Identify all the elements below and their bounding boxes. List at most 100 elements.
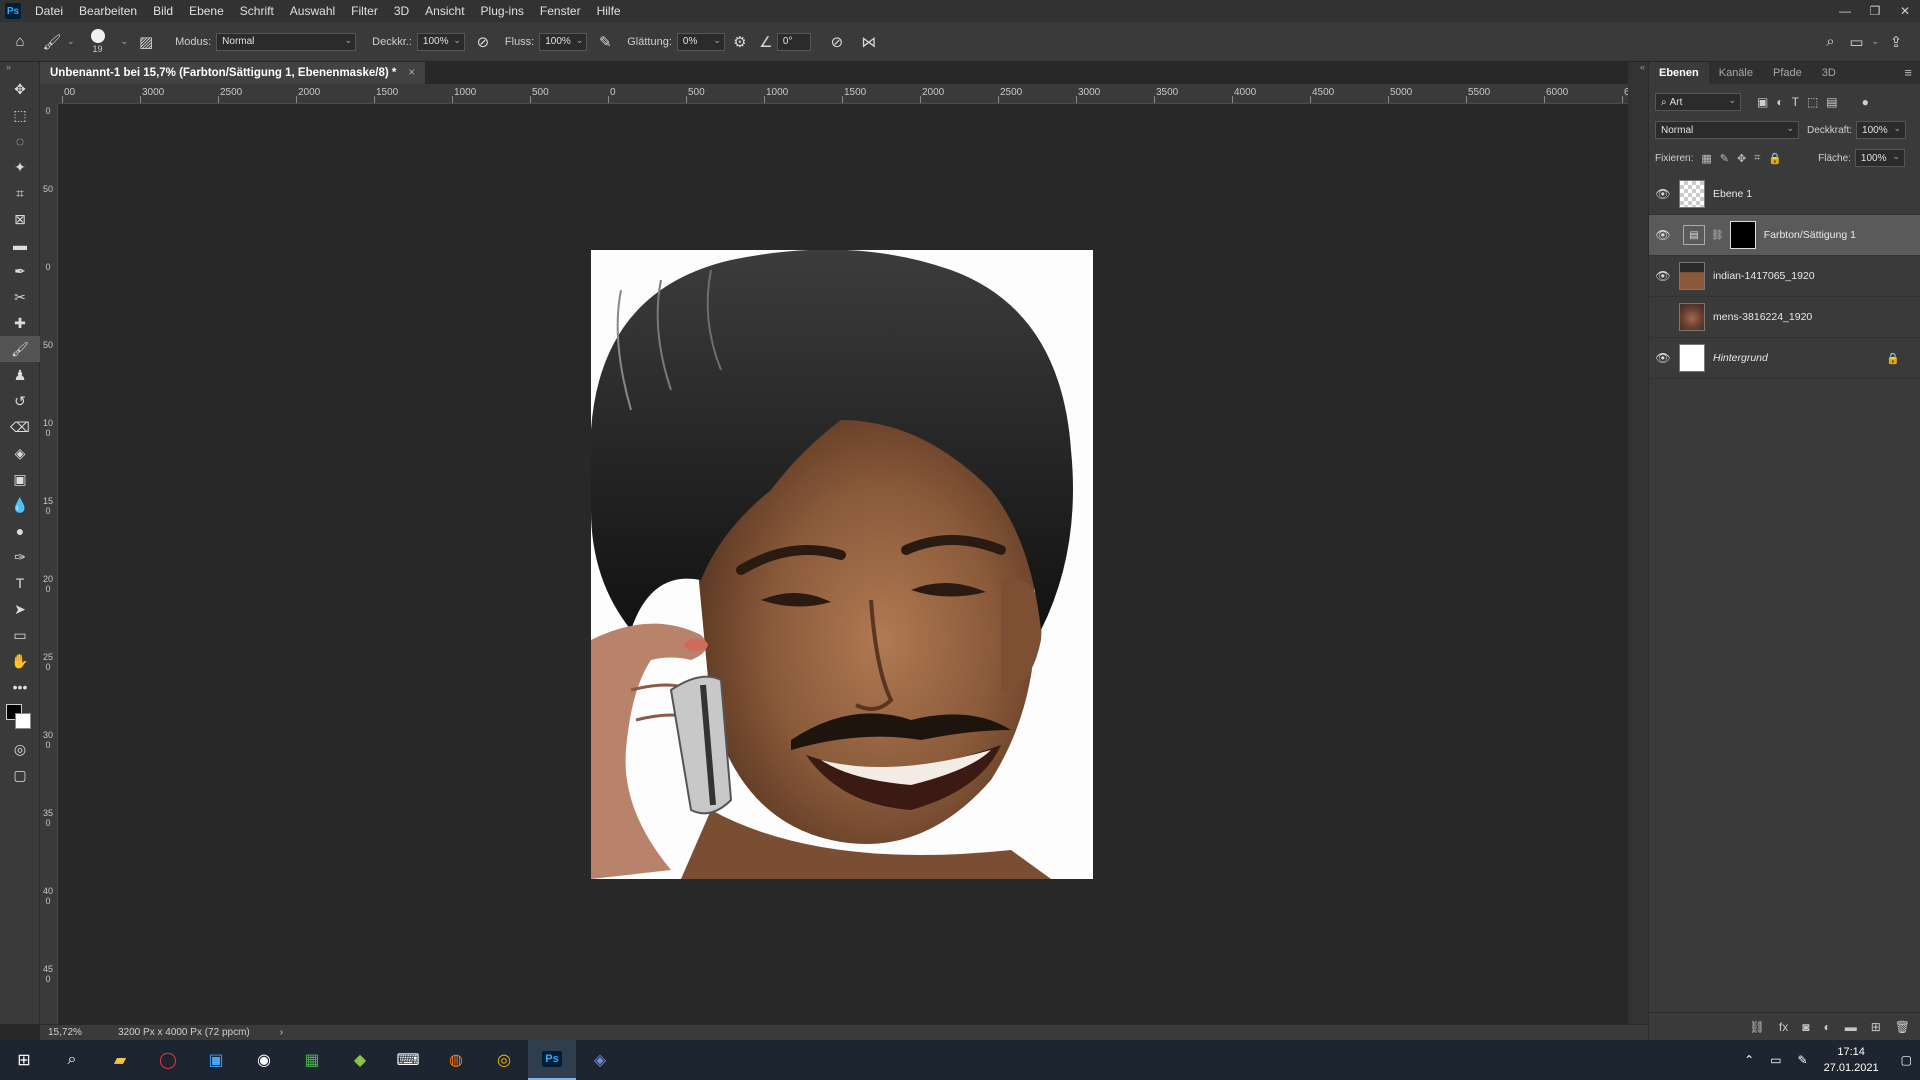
clock[interactable]: 17:14 27.01.2021 — [1824, 1044, 1879, 1076]
brush-settings-icon[interactable]: ▨ — [131, 33, 161, 51]
new-layer-icon[interactable]: ⊞ — [1871, 1020, 1881, 1034]
document-canvas[interactable] — [591, 250, 1093, 879]
tab-3d[interactable]: 3D — [1812, 62, 1846, 84]
magic-wand-tool-icon[interactable]: ✦ — [0, 154, 40, 180]
workspace-icon[interactable]: ▭ — [1844, 33, 1868, 51]
ruler-tool-icon[interactable]: ▬ — [0, 232, 40, 258]
windows-start-icon[interactable]: ⊞ — [0, 1040, 48, 1080]
file-explorer-icon[interactable]: ▰ — [96, 1040, 144, 1080]
collapse-icon[interactable]: » — [0, 62, 39, 76]
close-window-icon[interactable]: ✕ — [1890, 0, 1920, 22]
menu-bild[interactable]: Bild — [145, 0, 181, 22]
angle-field[interactable]: 0° — [776, 32, 811, 51]
dodge-tool-icon[interactable]: ● — [0, 518, 40, 544]
trash-icon[interactable]: 🗑 — [1895, 1020, 1910, 1034]
rectangle-tool-icon[interactable]: ▭ — [0, 622, 40, 648]
layer-mask-thumbnail[interactable] — [1729, 221, 1756, 249]
blend-mode-select[interactable]: Normal ⌄ — [1655, 121, 1799, 139]
tab-ebenen[interactable]: Ebenen — [1649, 62, 1709, 84]
eye-icon[interactable]: 👁 — [1649, 269, 1677, 283]
network-icon[interactable]: ▭ — [1770, 1053, 1781, 1067]
type-filter-icon[interactable]: T — [1792, 95, 1799, 109]
eye-icon[interactable]: 👁 — [1649, 228, 1677, 242]
game-controller-icon[interactable]: ⌨ — [384, 1040, 432, 1080]
clone-stamp-icon[interactable]: ♟ — [0, 362, 40, 388]
zoom-level[interactable]: 15,72% — [48, 1027, 98, 1038]
path-selection-icon[interactable]: ➤ — [0, 596, 40, 622]
smart-object-filter-icon[interactable]: ▤ — [1826, 95, 1837, 109]
brush-tool-icon[interactable]: 🖌 — [0, 336, 40, 362]
fill-field[interactable]: 100% ⌄ — [1854, 149, 1905, 167]
menu-hilfe[interactable]: Hilfe — [589, 0, 629, 22]
pressure-size-icon[interactable]: ⊘ — [817, 33, 857, 51]
minimize-icon[interactable]: — — [1830, 0, 1860, 22]
opera-icon[interactable]: ◯ — [144, 1040, 192, 1080]
tab-kanaele[interactable]: Kanäle — [1709, 62, 1763, 84]
layer-row[interactable]: mens-3816224_1920 — [1649, 297, 1920, 338]
shape-filter-icon[interactable]: ⬚ — [1807, 95, 1818, 109]
pen-tool-icon[interactable]: ✑ — [0, 544, 40, 570]
color-swatches[interactable] — [0, 700, 40, 736]
chevron-down-icon[interactable]: ⌄ — [121, 36, 129, 47]
menu-filter[interactable]: Filter — [343, 0, 386, 22]
menu-auswahl[interactable]: Auswahl — [282, 0, 343, 22]
home-icon[interactable]: ⌂ — [0, 33, 40, 50]
eraser-tool-icon[interactable]: ⌫ — [0, 414, 40, 440]
adjustment-icon[interactable]: ◐ — [1823, 1020, 1830, 1034]
layer-row[interactable]: 👁 indian-1417065_1920 — [1649, 256, 1920, 297]
search-icon[interactable]: ⌕ — [48, 1040, 96, 1080]
content-aware-move-icon[interactable]: ✂ — [0, 284, 40, 310]
lock-position-icon[interactable]: ✥ — [1737, 152, 1746, 165]
lock-transparency-icon[interactable]: ▦ — [1701, 152, 1711, 165]
gear-icon[interactable]: ⚙ — [725, 33, 755, 51]
fluss-field[interactable]: 100% ⌄ — [539, 32, 588, 51]
add-mask-icon[interactable]: ◙ — [1802, 1020, 1809, 1034]
blur-tool-icon[interactable]: 💧 — [0, 492, 40, 518]
glaettung-field[interactable]: 0% ⌄ — [676, 32, 725, 51]
history-brush-icon[interactable]: ↺ — [0, 388, 40, 414]
healing-brush-icon[interactable]: ✚ — [0, 310, 40, 336]
layers-app-icon[interactable]: ◆ — [336, 1040, 384, 1080]
chrome-icon[interactable]: ◎ — [480, 1040, 528, 1080]
move-tool-icon[interactable]: ✥ — [0, 76, 40, 102]
menu-datei[interactable]: Datei — [27, 0, 71, 22]
brush-tool-icon[interactable]: 🖌 — [40, 33, 64, 51]
panel-menu-icon[interactable]: ≡ — [1904, 65, 1912, 80]
paint-bucket-icon[interactable]: ◈ — [0, 440, 40, 466]
pixel-filter-icon[interactable]: ▣ — [1757, 95, 1768, 109]
lasso-tool-icon[interactable]: ◌ — [0, 128, 40, 154]
modus-select[interactable]: Normal ⌄ — [216, 32, 357, 51]
folder-icon[interactable]: ▬ — [1845, 1020, 1857, 1034]
menu-ansicht[interactable]: Ansicht — [417, 0, 472, 22]
marquee-tool-icon[interactable]: ⬚ — [0, 102, 40, 128]
chain-link-icon[interactable]: ⛓ — [1711, 230, 1724, 241]
menu-plugins[interactable]: Plug-ins — [473, 0, 532, 22]
more-tools-icon[interactable]: ••• — [0, 674, 40, 700]
close-tab-icon[interactable]: × — [408, 67, 415, 79]
layer-row[interactable]: 👁 Hintergrund 🔒 — [1649, 338, 1920, 379]
background-color-swatch[interactable] — [15, 713, 31, 729]
layer-row[interactable]: 👁 Ebene 1 — [1649, 174, 1920, 215]
menu-schrift[interactable]: Schrift — [232, 0, 282, 22]
fx-icon[interactable]: fx — [1779, 1020, 1788, 1034]
app-icon[interactable]: ▣ — [192, 1040, 240, 1080]
eyedropper-tool-icon[interactable]: ✒ — [0, 258, 40, 284]
lock-artboard-icon[interactable]: ⌗ — [1754, 152, 1760, 165]
quick-mask-icon[interactable]: ◎ — [0, 736, 40, 762]
pressure-opacity-icon[interactable]: ⊘ — [465, 33, 501, 51]
restore-icon[interactable]: ❐ — [1860, 0, 1890, 22]
photoshop-taskbar-icon[interactable]: Ps — [528, 1040, 576, 1080]
deckkraft-field[interactable]: 100% ⌄ — [416, 32, 465, 51]
discord-icon[interactable]: ◈ — [576, 1040, 624, 1080]
gradient-tool-icon[interactable]: ▣ — [0, 466, 40, 492]
search-icon[interactable]: ⌕ — [1816, 33, 1844, 50]
screen-mode-icon[interactable]: ▢ — [0, 762, 40, 788]
lock-pixels-icon[interactable]: ✎ — [1720, 152, 1729, 165]
menu-fenster[interactable]: Fenster — [532, 0, 589, 22]
pen-icon[interactable]: ✎ — [1798, 1053, 1808, 1067]
obs-icon[interactable]: ◉ — [240, 1040, 288, 1080]
eye-icon[interactable]: 👁 — [1649, 187, 1677, 201]
firefox-icon[interactable]: ◍ — [432, 1040, 480, 1080]
layer-filter-select[interactable]: ⌕ Art ⌄ — [1655, 93, 1741, 111]
adjustment-filter-icon[interactable]: ◐ — [1776, 95, 1783, 109]
